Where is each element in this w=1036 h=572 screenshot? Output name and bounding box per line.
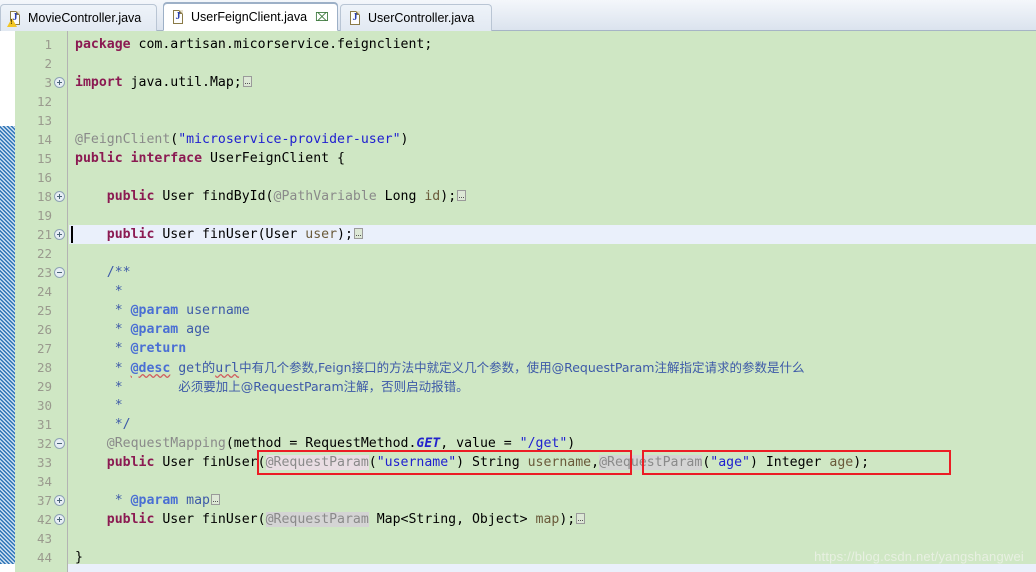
code-editor[interactable]: 1 2 3 12 13 14 15 16 18 19 21 22 23 24 2… — [0, 31, 1036, 572]
line-number: 21 — [36, 227, 52, 242]
code-line-34[interactable] — [69, 472, 1036, 491]
code-text-area[interactable]: package com.artisan.micorservice.feigncl… — [69, 31, 1036, 572]
editor-bottom-edge — [0, 564, 1036, 572]
code-line-22[interactable] — [69, 244, 1036, 263]
code-line-12[interactable] — [69, 92, 1036, 111]
tab-movie-controller[interactable]: J ! MovieController.java — [0, 4, 157, 31]
code-line-2[interactable] — [69, 54, 1036, 73]
marker-column[interactable] — [0, 31, 15, 572]
fold-collapse-icon[interactable] — [54, 438, 65, 449]
line-number: 32 — [36, 436, 52, 451]
line-number: 28 — [36, 360, 52, 375]
close-icon[interactable]: ⌧ — [315, 11, 329, 23]
line-number: 43 — [36, 531, 52, 546]
folded-code-box[interactable] — [353, 228, 363, 239]
line-number: 26 — [36, 322, 52, 337]
line-number: 37 — [36, 493, 52, 508]
fold-expand-icon[interactable] — [54, 514, 65, 525]
tab-label: UserFeignClient.java — [191, 10, 308, 24]
editor-tab-bar: J ! MovieController.java J UserFeignClie… — [0, 0, 1036, 31]
fold-expand-icon[interactable] — [54, 495, 65, 506]
line-number: 2 — [44, 56, 52, 71]
code-line-43[interactable] — [69, 529, 1036, 548]
java-file-warning-icon: J ! — [7, 10, 22, 27]
code-line-23[interactable]: /** — [69, 263, 1036, 282]
line-number-gutter[interactable]: 1 2 3 12 13 14 15 16 18 19 21 22 23 24 2… — [15, 31, 68, 572]
code-line-33[interactable]: public User finUser(@RequestParam("usern… — [69, 453, 1036, 472]
fold-collapse-icon[interactable] — [54, 267, 65, 278]
code-line-31[interactable]: */ — [69, 415, 1036, 434]
code-line-29[interactable]: * 必须要加上@RequestParam注解，否则启动报错。 — [69, 377, 1036, 396]
folded-code-box[interactable] — [576, 513, 586, 524]
line-number: 33 — [36, 455, 52, 470]
folded-code-box[interactable] — [242, 76, 252, 87]
line-number: 18 — [36, 189, 52, 204]
line-number: 29 — [36, 379, 52, 394]
line-number: 19 — [36, 208, 52, 223]
fold-expand-icon[interactable] — [54, 229, 65, 240]
line-number: 34 — [36, 474, 52, 489]
line-number: 14 — [36, 132, 52, 147]
text-caret — [71, 226, 73, 243]
line-number: 30 — [36, 398, 52, 413]
line-number: 13 — [36, 113, 52, 128]
code-line-15[interactable]: public interface UserFeignClient { — [69, 149, 1036, 168]
line-number: 24 — [36, 284, 52, 299]
line-number: 25 — [36, 303, 52, 318]
line-number: 15 — [36, 151, 52, 166]
code-line-3[interactable]: import java.util.Map; — [69, 73, 1036, 92]
code-line-13[interactable] — [69, 111, 1036, 130]
code-line-28[interactable]: * @desc get的url中有几个参数,Feign接口的方法中就定义几个参数… — [69, 358, 1036, 377]
line-number: 22 — [36, 246, 52, 261]
code-line-14[interactable]: @FeignClient("microservice-provider-user… — [69, 130, 1036, 149]
code-line-19[interactable] — [69, 206, 1036, 225]
code-line-21[interactable]: public User finUser(User user); — [69, 225, 1036, 244]
tab-user-feign-client[interactable]: J UserFeignClient.java ⌧ — [163, 3, 338, 31]
fold-expand-icon[interactable] — [54, 77, 65, 88]
line-number: 3 — [44, 75, 52, 90]
watermark: https://blog.csdn.net/yangshangwei — [814, 549, 1024, 564]
change-bar — [0, 126, 15, 572]
line-number: 1 — [44, 37, 52, 52]
code-line-1[interactable]: package com.artisan.micorservice.feigncl… — [69, 35, 1036, 54]
code-line-24[interactable]: * — [69, 282, 1036, 301]
line-number: 23 — [36, 265, 52, 280]
folded-code-box[interactable] — [211, 494, 220, 505]
code-line-42[interactable]: public User finUser(@RequestParam Map<St… — [69, 510, 1036, 529]
code-line-26[interactable]: * @param age — [69, 320, 1036, 339]
line-number: 31 — [36, 417, 52, 432]
line-number: 12 — [36, 94, 52, 109]
line-number: 16 — [36, 170, 52, 185]
tab-label: MovieController.java — [28, 11, 142, 25]
code-line-27[interactable]: * @return — [69, 339, 1036, 358]
line-number: 42 — [36, 512, 52, 527]
fold-expand-icon[interactable] — [54, 191, 65, 202]
code-line-30[interactable]: * — [69, 396, 1036, 415]
code-line-32[interactable]: @RequestMapping(method = RequestMethod.G… — [69, 434, 1036, 453]
code-line-18[interactable]: public User findById(@PathVariable Long … — [69, 187, 1036, 206]
folded-code-box[interactable] — [457, 190, 467, 201]
line-number: 27 — [36, 341, 52, 356]
eclipse-editor-window: J ! MovieController.java J UserFeignClie… — [0, 0, 1036, 572]
code-line-25[interactable]: * @param username — [69, 301, 1036, 320]
tab-user-controller[interactable]: J UserController.java — [340, 4, 492, 31]
code-line-16[interactable] — [69, 168, 1036, 187]
code-line-37[interactable]: * @param map — [69, 491, 1036, 510]
tab-label: UserController.java — [368, 11, 475, 25]
java-file-icon: J — [172, 9, 185, 25]
java-file-icon: J — [349, 10, 362, 26]
